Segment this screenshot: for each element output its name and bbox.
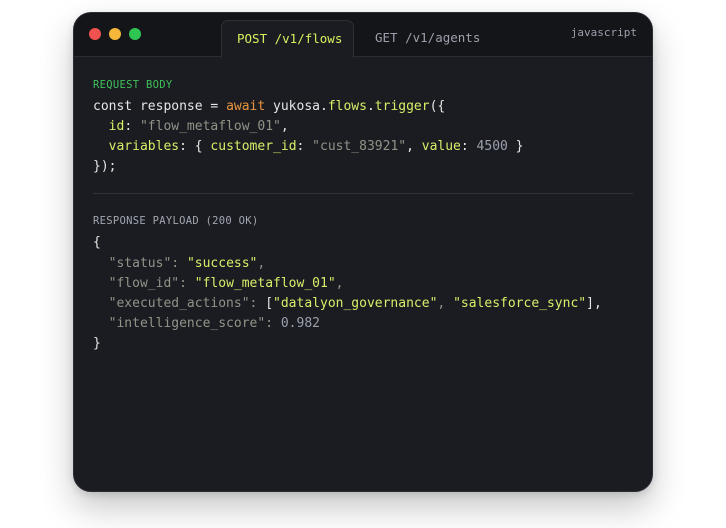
array-open: [	[265, 296, 274, 311]
request-line-2: id: "flow_metaflow_01",	[93, 117, 289, 137]
close-window-button[interactable]	[89, 28, 101, 40]
tab-post-flows[interactable]: POST /v1/flows	[221, 20, 354, 58]
const-declaration: const response =	[93, 99, 227, 114]
prop-key: id	[108, 119, 125, 134]
string-value: "cust_83921"	[312, 139, 407, 154]
json-key: "status"	[108, 256, 172, 271]
brace: }	[93, 336, 101, 351]
language-label: javascript	[570, 26, 637, 39]
colon: :	[265, 316, 281, 331]
prop-key: customer_id	[210, 139, 297, 154]
json-key: "flow_id"	[108, 276, 180, 291]
colon: :	[249, 296, 266, 311]
prop-key: value	[421, 139, 461, 154]
array-sep: ,	[437, 296, 454, 311]
prop-sep: :	[124, 119, 140, 134]
method-name: trigger	[374, 99, 430, 114]
object-name: yukosa.	[265, 99, 328, 114]
maximize-window-button[interactable]	[129, 28, 141, 40]
array-close: ]	[586, 296, 594, 311]
colon: :	[179, 276, 195, 291]
prop-key: variables	[108, 139, 180, 154]
json-key: "executed_actions"	[108, 296, 250, 311]
request-line-3: variables: { customer_id: "cust_83921", …	[93, 137, 524, 157]
response-open-brace: {	[93, 233, 101, 253]
response-close-brace: }	[93, 334, 101, 354]
object-close: }	[507, 139, 524, 154]
namespace-name: flows	[327, 99, 367, 114]
prop-sep: :	[460, 139, 477, 154]
prop-sep: :	[296, 139, 313, 154]
response-payload-label: RESPONSE PAYLOAD (200 OK)	[93, 215, 259, 227]
minimize-window-button[interactable]	[109, 28, 121, 40]
tab-get-agents[interactable]: GET /v1/agents	[360, 20, 495, 57]
call-close: });	[93, 159, 117, 174]
comma: ,	[406, 139, 422, 154]
response-field-status: "status": "success",	[93, 254, 266, 274]
colon: :	[171, 256, 187, 271]
number-value: 4500	[476, 139, 508, 154]
brace: {	[93, 235, 101, 250]
member-dot: .	[366, 99, 375, 114]
response-field-flow-id: "flow_id": "flow_metaflow_01",	[93, 274, 344, 294]
code-window: POST /v1/flows GET /v1/agents javascript…	[73, 12, 653, 492]
request-line-1: const response = await yukosa.flows.trig…	[93, 97, 445, 117]
request-body-label: REQUEST BODY	[93, 79, 173, 91]
json-key: "intelligence_score"	[108, 316, 266, 331]
response-field-intelligence-score: "intelligence_score": 0.982	[93, 314, 320, 334]
call-open: ({	[429, 99, 446, 114]
response-field-executed-actions: "executed_actions": ["datalyon_governanc…	[93, 294, 602, 314]
comma: ,	[335, 276, 344, 291]
comma: ,	[280, 119, 289, 134]
comma: ,	[593, 296, 602, 311]
title-bar: POST /v1/flows GET /v1/agents javascript	[74, 13, 652, 58]
json-value: "success"	[186, 256, 258, 271]
comma: ,	[257, 256, 266, 271]
array-item: "salesforce_sync"	[453, 296, 587, 311]
await-keyword: await	[226, 99, 266, 114]
string-value: "flow_metaflow_01"	[139, 119, 281, 134]
prop-sep: : {	[179, 139, 211, 154]
json-number: 0.982	[280, 316, 320, 331]
json-value: "flow_metaflow_01"	[194, 276, 336, 291]
array-item: "datalyon_governance"	[273, 296, 438, 311]
request-line-4: });	[93, 157, 116, 177]
section-divider	[93, 193, 633, 194]
